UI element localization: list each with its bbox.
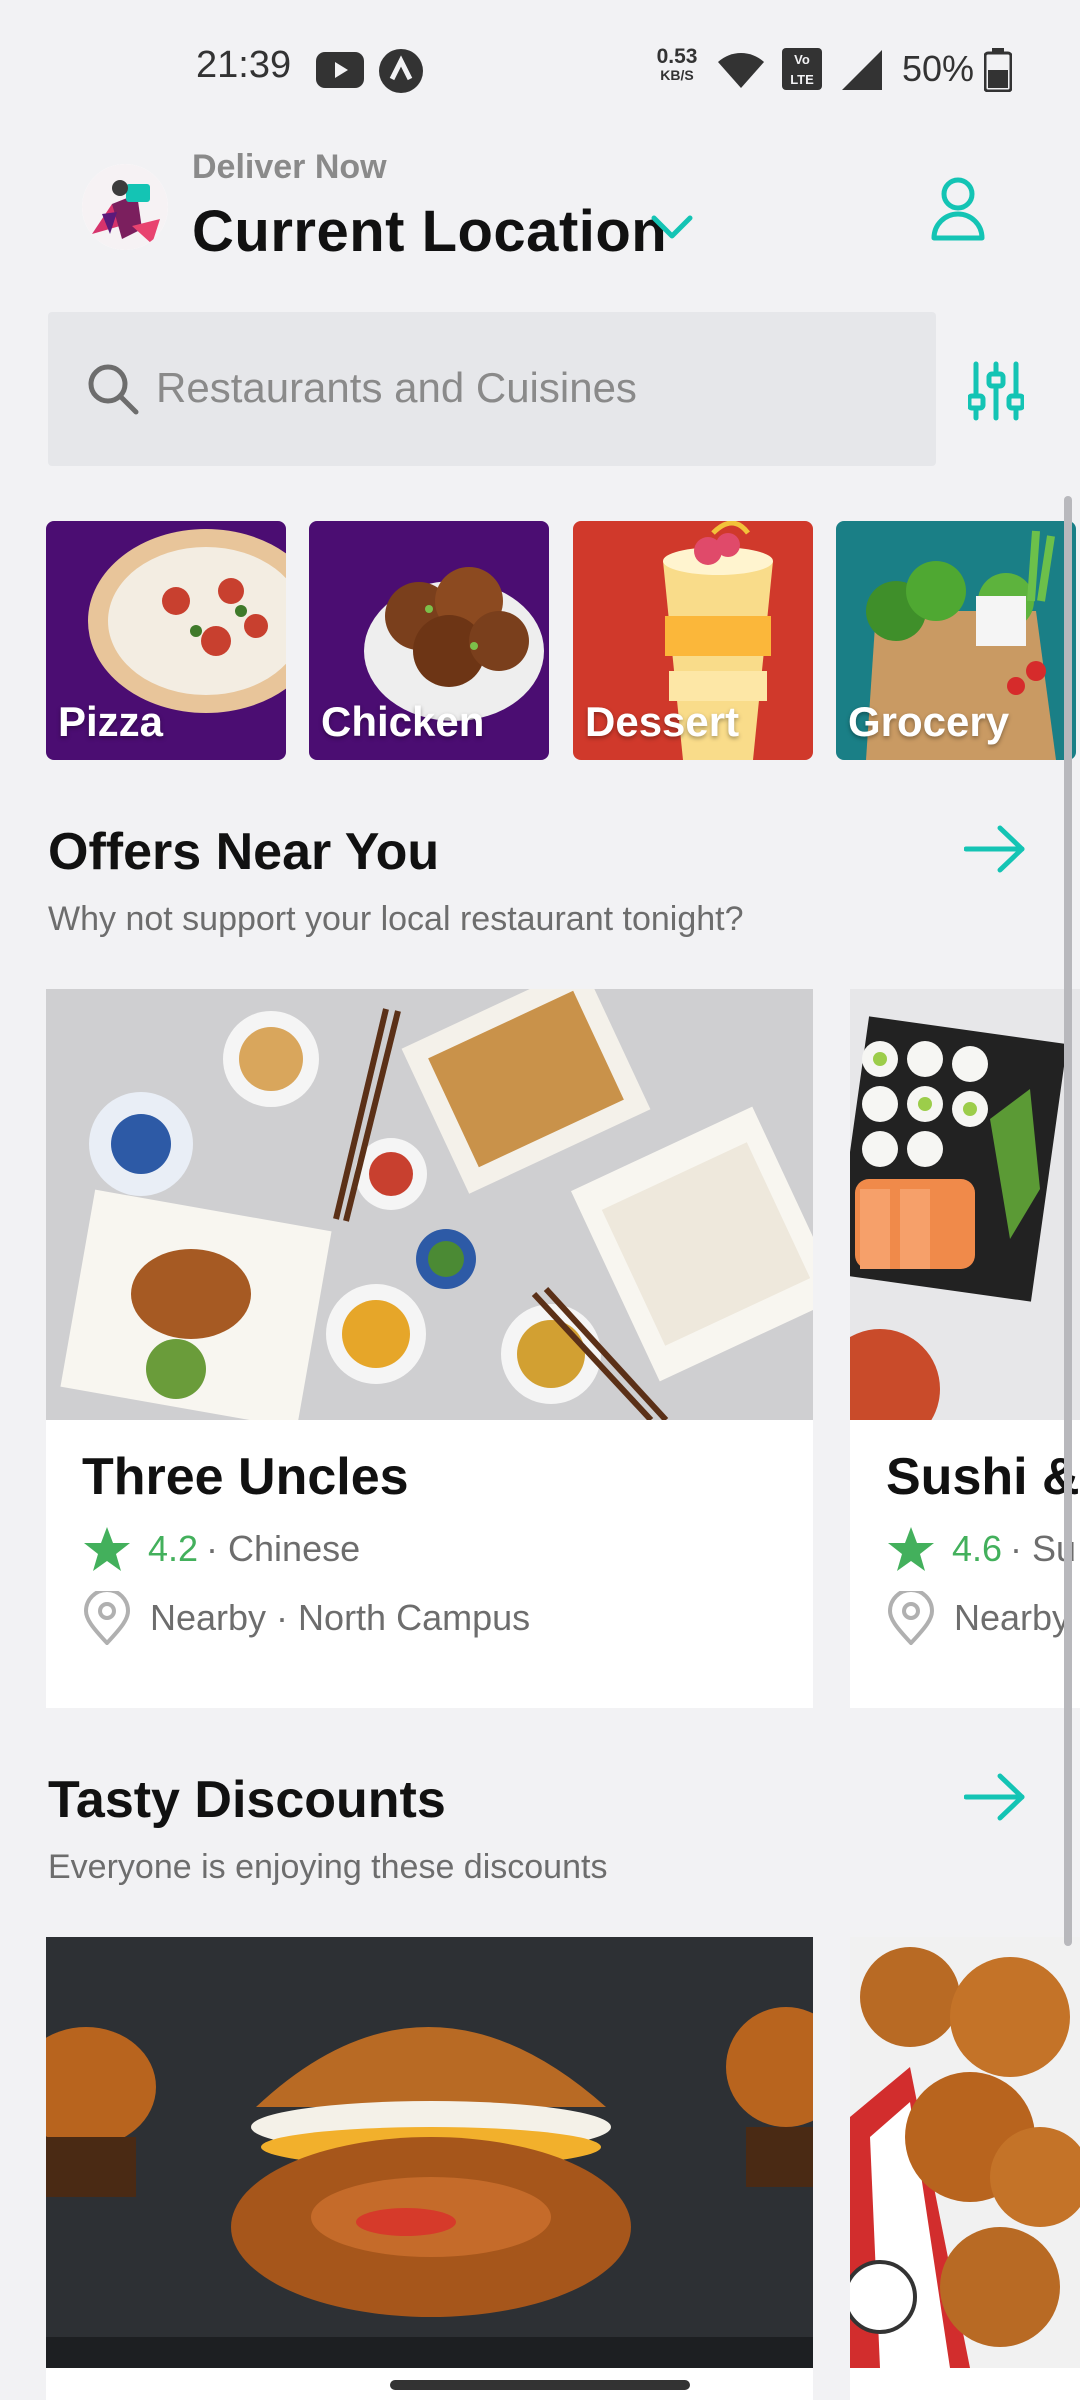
chevron-down-icon[interactable]	[650, 212, 694, 242]
scrollbar[interactable]	[1064, 496, 1072, 1946]
category-grocery[interactable]: Grocery	[836, 521, 1076, 760]
category-label: Grocery	[848, 698, 1010, 745]
restaurant-image	[46, 989, 813, 1420]
network-speed: 0.53 KB/S	[656, 45, 698, 83]
arrow-right-icon[interactable]	[964, 824, 1028, 874]
status-time: 21:39	[196, 44, 292, 86]
volte-icon: Vo LTE	[782, 48, 822, 90]
category-label: Dessert	[585, 698, 740, 745]
avatar[interactable]	[82, 164, 168, 250]
battery-icon	[984, 48, 1012, 92]
search-placeholder: Restaurants and Cuisines	[156, 364, 637, 411]
deliver-now-label: Deliver Now	[192, 148, 387, 186]
discount-card[interactable]	[46, 1937, 813, 2400]
location-text: Nearby	[954, 1597, 1071, 1638]
location-pin-icon	[83, 1591, 131, 1645]
app-notification-icon	[379, 49, 423, 93]
discount-card[interactable]	[850, 1937, 1080, 2400]
star-icon	[84, 1527, 130, 1571]
location-pin-icon	[887, 1591, 935, 1645]
restaurant-card[interactable]: Sushi & 4.6 · Su Nearby	[850, 989, 1080, 1708]
rating-value: 4.2	[148, 1528, 199, 1569]
offers-section-subtitle: Why not support your local restaurant to…	[48, 900, 744, 938]
restaurant-card[interactable]: Three Uncles 4.2 · Chinese Nearby · Nort…	[46, 989, 813, 1708]
delivery-rider-icon	[82, 164, 168, 250]
user-icon[interactable]	[930, 176, 986, 242]
category-pizza[interactable]: Pizza	[46, 521, 286, 760]
restaurant-image	[850, 989, 1080, 1420]
restaurant-name: Sushi &	[886, 1448, 1080, 1506]
burger-image	[46, 1937, 813, 2368]
category-label: Pizza	[58, 698, 164, 745]
category-dessert[interactable]: Dessert	[573, 521, 813, 760]
restaurant-meta: 4.6 · Su	[886, 1525, 1076, 1573]
rating-value: 4.6	[952, 1528, 1003, 1569]
restaurant-name: Three Uncles	[82, 1448, 409, 1506]
discounts-section-subtitle: Everyone is enjoying these discounts	[48, 1848, 608, 1886]
filter-sliders-icon[interactable]	[968, 360, 1024, 422]
current-location-selector[interactable]: Current Location	[192, 198, 667, 265]
battery-percent: 50%	[902, 48, 975, 89]
youtube-icon	[316, 52, 364, 88]
discounts-section-title: Tasty Discounts	[48, 1771, 446, 1829]
arrow-right-icon[interactable]	[964, 1772, 1028, 1822]
cuisine: · Chinese	[206, 1528, 361, 1569]
home-indicator[interactable]	[390, 2380, 690, 2390]
restaurant-location: Nearby · North Campus	[82, 1591, 530, 1645]
offers-section-title: Offers Near You	[48, 823, 440, 881]
star-icon	[888, 1527, 934, 1571]
fried-chicken-image	[850, 1937, 1080, 2368]
category-chicken[interactable]: Chicken	[309, 521, 549, 760]
restaurant-meta: 4.2 · Chinese	[82, 1525, 360, 1573]
restaurant-location: Nearby	[886, 1591, 1070, 1645]
signal-icon	[842, 50, 882, 90]
location-text: Nearby · North Campus	[150, 1597, 531, 1638]
search-icon	[88, 364, 139, 415]
category-label: Chicken	[321, 698, 485, 745]
wifi-icon	[718, 53, 764, 88]
